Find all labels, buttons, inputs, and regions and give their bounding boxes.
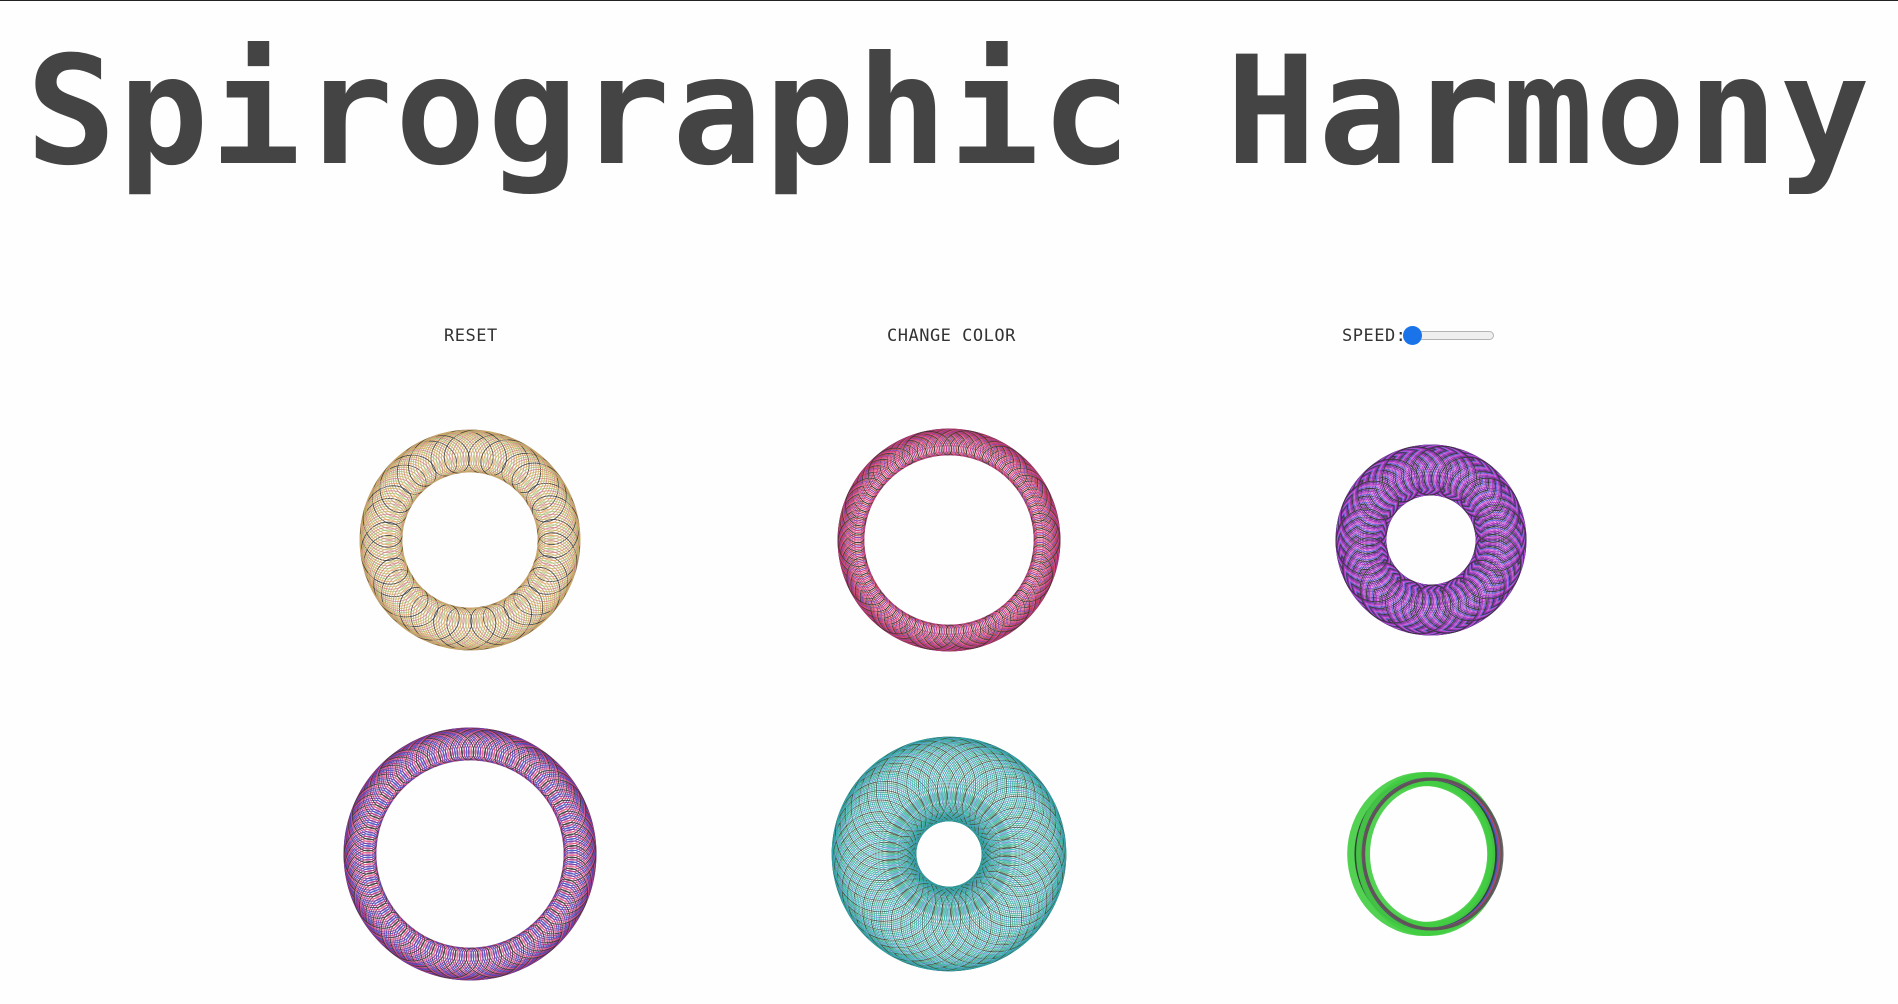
spirograph-4 — [320, 704, 620, 1004]
page-title: Spirographic Harmony — [25, 25, 1873, 199]
spirograph-2 — [799, 390, 1099, 690]
spirograph-1 — [320, 390, 620, 690]
controls-bar: RESET CHANGE COLOR SPEED: — [0, 320, 1898, 360]
change-color-button[interactable]: CHANGE COLOR — [887, 320, 1016, 352]
spirograph-6 — [1281, 704, 1581, 1004]
spirograph-3 — [1281, 390, 1581, 690]
spirograph-5 — [799, 704, 1099, 1004]
top-border — [0, 0, 1898, 1]
speed-slider-thumb[interactable] — [1403, 326, 1422, 345]
spiro-stroke — [1362, 777, 1504, 931]
reset-button[interactable]: RESET — [444, 320, 498, 352]
speed-label: SPEED: — [1342, 326, 1407, 346]
